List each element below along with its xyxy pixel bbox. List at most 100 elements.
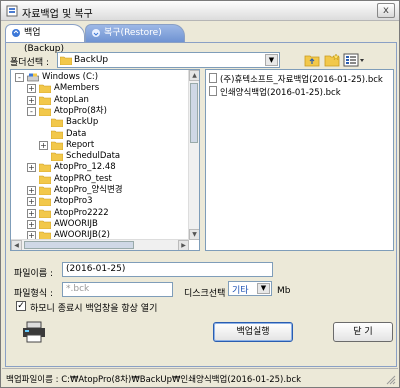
tab-restore[interactable]: 복구(Restore) bbox=[85, 24, 185, 42]
new-folder-icon[interactable] bbox=[323, 52, 341, 68]
title-bar[interactable]: 자료백업 및 복구 x bbox=[1, 1, 399, 21]
expand-icon[interactable]: + bbox=[27, 163, 36, 173]
tree-item[interactable]: - Windows (C:) bbox=[11, 72, 186, 83]
filetype-label: 파일형식 : bbox=[14, 289, 54, 299]
tree-item[interactable]: + AWOORIJB bbox=[11, 219, 186, 230]
chevron-down-icon[interactable]: ▼ bbox=[257, 283, 270, 294]
disk-select-value: 기타 bbox=[232, 286, 249, 296]
scroll-down-icon[interactable]: ▼ bbox=[189, 229, 199, 240]
tree-item-label: SchedulData bbox=[66, 151, 121, 162]
tree-item-label: Windows (C:) bbox=[42, 72, 99, 82]
tree-item-label: Data bbox=[66, 128, 87, 139]
backup-panel: 폴더선택 : BackUp ▼ - Windows (C:) + AMembers + A… bbox=[5, 42, 397, 367]
tree-item-label: AtopPro(8차) bbox=[54, 105, 107, 116]
filename-input[interactable]: (2016-01-25) bbox=[62, 262, 273, 277]
resize-grip-icon[interactable] bbox=[386, 375, 396, 385]
expand-icon[interactable]: + bbox=[27, 84, 36, 94]
tree-item[interactable]: + Report bbox=[11, 140, 186, 151]
tree-item-label: Report bbox=[66, 139, 95, 150]
filename-label: 파일이름 : bbox=[14, 269, 54, 279]
tree-item[interactable]: + AMembers bbox=[11, 83, 186, 94]
folder-icon bbox=[39, 209, 51, 218]
tree-item[interactable]: - AtopPro(8차) bbox=[11, 106, 186, 117]
folder-tree[interactable]: - Windows (C:) + AMembers + AtopLan - AtopPro(8… bbox=[10, 69, 200, 251]
file-item[interactable]: (주)휴텍소프트_자료백업(2016-01-25).bck bbox=[209, 73, 383, 85]
tree-item[interactable]: BackUp bbox=[11, 117, 186, 128]
tab-restore-label: 복구(Restore) bbox=[104, 28, 162, 38]
file-name: 인쇄양식백업(2016-01-25).bck bbox=[220, 88, 341, 98]
tree-item-label: AWOORIJB bbox=[54, 218, 98, 229]
folder-icon bbox=[51, 152, 63, 162]
folder-icon bbox=[51, 130, 63, 139]
folder-icon bbox=[39, 175, 51, 184]
tree-item[interactable]: + AtopLan bbox=[11, 95, 186, 106]
tree-item[interactable]: + AtopPro3 bbox=[11, 196, 186, 207]
open-folder-icon bbox=[51, 118, 63, 128]
backup-file-path: 백업파일이름 : C:₩AtopPro(8차)₩BackUp₩인쇄양식백업(20… bbox=[6, 375, 302, 385]
tab-strip: 백업(Backup) 복구(Restore) bbox=[5, 23, 397, 54]
expand-icon[interactable]: + bbox=[27, 95, 36, 105]
tree-item[interactable]: + AtopPro_12.48 bbox=[11, 162, 186, 173]
scroll-left-icon[interactable]: ◀ bbox=[11, 240, 22, 250]
tree-hscroll-thumb[interactable] bbox=[24, 241, 134, 249]
expand-icon[interactable]: + bbox=[27, 197, 36, 207]
tree-scroll-thumb[interactable] bbox=[190, 83, 198, 143]
drive-icon bbox=[27, 73, 39, 82]
tree-item[interactable]: + AtopPro_양식변경 bbox=[11, 185, 186, 196]
file-name: (주)휴텍소프트_자료백업(2016-01-25).bck bbox=[220, 75, 383, 85]
collapse-icon[interactable]: - bbox=[15, 73, 24, 82]
tree-item[interactable]: Data bbox=[11, 129, 186, 140]
harmony-checkbox-label: 하모니 종료시 백업창을 항상 열기 bbox=[30, 304, 158, 314]
tree-item-label: AMembers bbox=[54, 83, 100, 94]
expand-icon[interactable]: + bbox=[39, 140, 48, 150]
file-icon bbox=[209, 73, 217, 83]
scroll-up-icon[interactable]: ▲ bbox=[189, 70, 199, 81]
filetype-input[interactable]: *.bck bbox=[62, 282, 173, 297]
harmony-checkbox[interactable]: ✓ bbox=[16, 301, 26, 311]
close-window-button[interactable]: x bbox=[377, 3, 395, 18]
run-backup-button[interactable]: 백업실행 bbox=[213, 322, 293, 342]
folder-icon bbox=[39, 186, 51, 195]
backup-restore-window: 자료백업 및 복구 x 백업(Backup) 복구(Restore) 폴더선택 … bbox=[0, 0, 400, 388]
folder-icon bbox=[39, 197, 51, 207]
file-icon bbox=[209, 86, 217, 96]
close-button[interactable]: 닫 기 bbox=[333, 322, 393, 342]
folder-icon bbox=[39, 107, 51, 116]
tab-backup[interactable]: 백업(Backup) bbox=[5, 24, 85, 54]
folder-select-value: BackUp bbox=[74, 55, 109, 65]
tree-vertical-scrollbar[interactable]: ▲ ▼ bbox=[188, 70, 199, 240]
tree-item[interactable]: AtopPRO_test bbox=[11, 174, 186, 185]
window-title: 자료백업 및 복구 bbox=[22, 9, 93, 20]
tree-item-label: AtopPro2222 bbox=[54, 207, 109, 218]
up-folder-icon[interactable] bbox=[303, 52, 321, 68]
disk-select-label: 디스크선택 bbox=[184, 289, 226, 299]
tree-item-label: AtopPro_12.48 bbox=[54, 162, 116, 173]
expand-icon[interactable]: + bbox=[27, 208, 36, 218]
tree-item[interactable]: + AtopPro2222 bbox=[11, 208, 186, 219]
restore-tab-icon bbox=[92, 29, 100, 37]
tab-backup-label: 백업(Backup) bbox=[24, 28, 65, 54]
disk-select-dropdown[interactable]: 기타 ▼ bbox=[228, 281, 272, 296]
printer-icon bbox=[23, 321, 45, 343]
tree-item-label: AtopLan bbox=[54, 94, 89, 105]
scroll-right-icon[interactable]: ▶ bbox=[178, 240, 189, 250]
collapse-icon[interactable]: - bbox=[27, 106, 36, 116]
view-menu-icon[interactable] bbox=[343, 52, 365, 68]
folder-icon bbox=[39, 96, 51, 105]
tree-item-label: AtopPro_양식변경 bbox=[54, 185, 123, 195]
folder-select-dropdown[interactable]: BackUp ▼ bbox=[57, 52, 280, 68]
folder-icon bbox=[39, 84, 51, 94]
folder-icon bbox=[60, 56, 72, 65]
file-list[interactable]: (주)휴텍소프트_자료백업(2016-01-25).bck 인쇄양식백업(201… bbox=[205, 69, 394, 251]
chevron-down-icon[interactable]: ▼ bbox=[265, 54, 278, 66]
status-bar: 백업파일이름 : C:₩AtopPro(8차)₩BackUp₩인쇄양식백업(20… bbox=[2, 368, 398, 387]
folder-icon bbox=[51, 141, 63, 150]
disk-unit-label: Mb bbox=[277, 286, 291, 296]
expand-icon[interactable]: + bbox=[27, 219, 36, 229]
file-item[interactable]: 인쇄양식백업(2016-01-25).bck bbox=[209, 86, 341, 98]
expand-icon[interactable]: + bbox=[27, 186, 36, 195]
tree-item[interactable]: SchedulData bbox=[11, 151, 186, 162]
folder-icon bbox=[39, 164, 51, 173]
tree-item-label: AtopPRO_test bbox=[54, 173, 112, 184]
tree-horizontal-scrollbar[interactable]: ◀ ▶ bbox=[11, 239, 189, 250]
